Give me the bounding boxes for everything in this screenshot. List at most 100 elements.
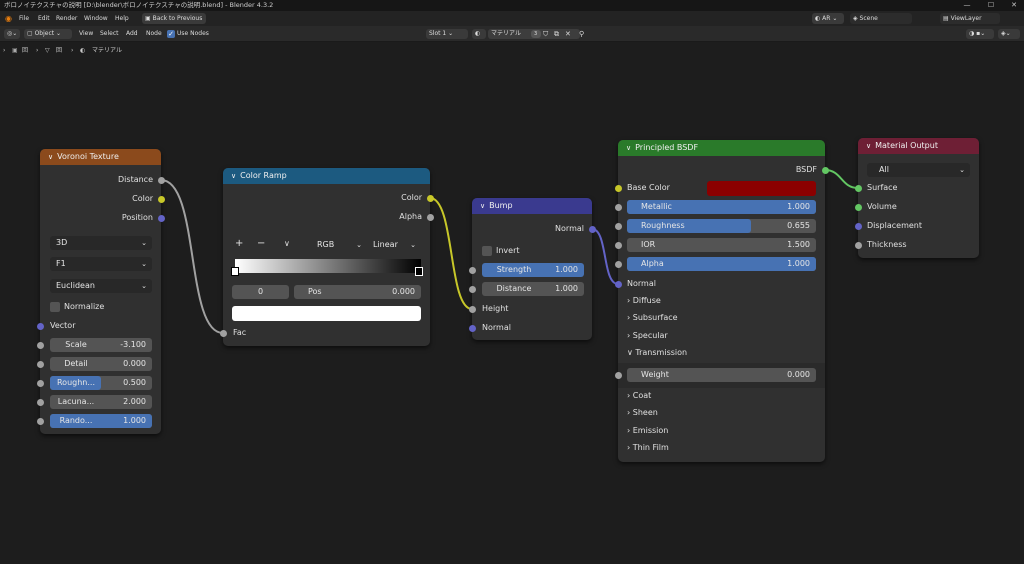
surface-input-label: Surface <box>867 183 898 192</box>
alpha-field[interactable]: Alpha 1.000 <box>627 257 816 271</box>
alpha-output-socket[interactable] <box>427 214 434 221</box>
lacunarity-field[interactable]: Lacuna... 2.000 <box>50 395 152 409</box>
feature-dropdown[interactable]: F1 ⌄ <box>50 257 152 271</box>
normalize-checkbox[interactable] <box>50 302 60 312</box>
volume-input-label: Volume <box>867 202 897 211</box>
metallic-input-socket[interactable] <box>615 204 622 211</box>
strength-field[interactable]: Strength 1.000 <box>482 263 584 277</box>
vector-input-socket[interactable] <box>37 323 44 330</box>
detail-input-socket[interactable] <box>37 361 44 368</box>
lacunarity-input-socket[interactable] <box>37 399 44 406</box>
roughness-input-socket[interactable] <box>37 380 44 387</box>
distance-field[interactable]: Distance 1.000 <box>482 282 584 296</box>
chevron-down-icon: ⌄ <box>356 241 362 249</box>
distance-output-socket[interactable] <box>158 177 165 184</box>
roughness-field[interactable]: Roughn... 0.500 <box>50 376 152 390</box>
panel-thin-film[interactable]: › Thin Film <box>627 442 669 454</box>
node-header[interactable]: ∨ Principled BSDF <box>618 140 825 156</box>
voronoi-texture-node[interactable]: ∨ Voronoi Texture Distance Color Position… <box>37 149 165 434</box>
panel-coat[interactable]: › Coat <box>627 390 651 402</box>
normal-input-socket[interactable] <box>615 281 622 288</box>
invert-checkbox[interactable] <box>482 246 492 256</box>
link-color-to-height[interactable] <box>429 197 473 310</box>
metric-dropdown[interactable]: Euclidean ⌄ <box>50 279 152 293</box>
node-header[interactable]: ∨ Voronoi Texture <box>40 149 161 165</box>
chevron-down-icon[interactable]: ∨ <box>626 140 631 156</box>
displacement-input-socket[interactable] <box>855 223 862 230</box>
panel-sheen[interactable]: › Sheen <box>627 407 658 419</box>
base-color-label: Base Color <box>627 183 670 192</box>
height-input-label: Height <box>482 304 509 313</box>
output-position-label: Position <box>121 213 153 222</box>
stop-color-swatch[interactable] <box>232 306 421 321</box>
roughness-input-socket[interactable] <box>615 223 622 230</box>
node-header[interactable]: ∨ Color Ramp <box>223 168 430 184</box>
ior-input-socket[interactable] <box>615 242 622 249</box>
color-output-socket[interactable] <box>158 196 165 203</box>
node-header[interactable]: ∨ Bump <box>472 198 592 214</box>
bsdf-output-socket[interactable] <box>822 167 829 174</box>
metallic-field[interactable]: Metallic 1.000 <box>627 200 816 214</box>
bump-node[interactable]: ∨ Bump Normal Invert Strength 1.000 Distan… <box>469 198 596 340</box>
chevron-down-icon: ⌄ <box>410 241 416 249</box>
chevron-down-icon: ⌄ <box>959 166 965 174</box>
chevron-down-icon[interactable]: ∨ <box>480 198 485 214</box>
normal-input-socket[interactable] <box>469 325 476 332</box>
alpha-input-socket[interactable] <box>615 261 622 268</box>
chevron-down-icon: ⌄ <box>141 260 147 268</box>
ior-field[interactable]: IOR 1.500 <box>627 238 816 252</box>
node-header[interactable]: ∨ Material Output <box>858 138 979 154</box>
scale-field[interactable]: Scale -3.100 <box>50 338 152 352</box>
stop-index-field[interactable]: 0 <box>232 285 289 299</box>
output-color-label: Color <box>132 194 153 203</box>
panel-transmission[interactable]: ∨ Transmission <box>627 347 687 359</box>
normal-output-socket[interactable] <box>589 226 596 233</box>
height-input-socket[interactable] <box>469 306 476 313</box>
panel-emission[interactable]: › Emission <box>627 425 668 437</box>
output-target-dropdown[interactable]: All ⌄ <box>867 163 970 177</box>
link-normal-to-normal[interactable] <box>591 228 619 285</box>
link-distance-to-fac[interactable] <box>160 179 224 334</box>
output-distance-label: Distance <box>118 175 153 184</box>
chevron-down-icon[interactable]: ∨ <box>48 149 53 165</box>
output-normal-label: Normal <box>555 224 584 233</box>
thickness-input-label: Thickness <box>867 240 907 249</box>
position-output-socket[interactable] <box>158 215 165 222</box>
distance-input-socket[interactable] <box>469 286 476 293</box>
panel-subsurface[interactable]: › Subsurface <box>627 312 678 324</box>
ramp-menu-icon[interactable]: ∨ <box>284 238 290 250</box>
transmission-weight-input-socket[interactable] <box>615 372 622 379</box>
chevron-down-icon: ⌄ <box>141 239 147 247</box>
add-stop-icon[interactable]: + <box>235 238 243 250</box>
roughness-field[interactable]: Roughness 0.655 <box>627 219 816 233</box>
color-mode-dropdown[interactable]: RGB ⌄ <box>311 238 367 252</box>
color-ramp-node[interactable]: ∨ Color Ramp Color Alpha + − ∨ RGB ⌄ Linea… <box>220 168 434 346</box>
chevron-down-icon[interactable]: ∨ <box>231 168 236 184</box>
surface-input-socket[interactable] <box>855 185 862 192</box>
color-ramp-gradient[interactable] <box>235 259 421 273</box>
ramp-stop-black[interactable] <box>415 267 423 276</box>
interpolation-dropdown[interactable]: Linear ⌄ <box>367 238 421 252</box>
strength-input-socket[interactable] <box>469 267 476 274</box>
remove-stop-icon[interactable]: − <box>257 238 265 250</box>
randomness-field[interactable]: Rando... 1.000 <box>50 414 152 428</box>
transmission-weight-field[interactable]: Weight 0.000 <box>627 368 816 382</box>
base-color-input-socket[interactable] <box>615 185 622 192</box>
panel-diffuse[interactable]: › Diffuse <box>627 295 661 307</box>
color-output-socket[interactable] <box>427 195 434 202</box>
ramp-stop-white[interactable] <box>231 267 239 276</box>
panel-specular[interactable]: › Specular <box>627 330 668 342</box>
stop-pos-field[interactable]: Pos 0.000 <box>294 285 421 299</box>
principled-bsdf-node[interactable]: ∨ Principled BSDF BSDF Base Color Metalli… <box>615 140 829 462</box>
fac-input-socket[interactable] <box>220 330 227 337</box>
material-output-node[interactable]: ∨ Material Output All ⌄ Surface Volume Dis… <box>855 138 979 258</box>
dimensions-dropdown[interactable]: 3D ⌄ <box>50 236 152 250</box>
base-color-swatch[interactable] <box>707 181 816 196</box>
chevron-down-icon[interactable]: ∨ <box>866 138 871 154</box>
link-bsdf-to-surface[interactable] <box>824 169 859 189</box>
thickness-input-socket[interactable] <box>855 242 862 249</box>
randomness-input-socket[interactable] <box>37 418 44 425</box>
detail-field[interactable]: Detail 0.000 <box>50 357 152 371</box>
volume-input-socket[interactable] <box>855 204 862 211</box>
scale-input-socket[interactable] <box>37 342 44 349</box>
